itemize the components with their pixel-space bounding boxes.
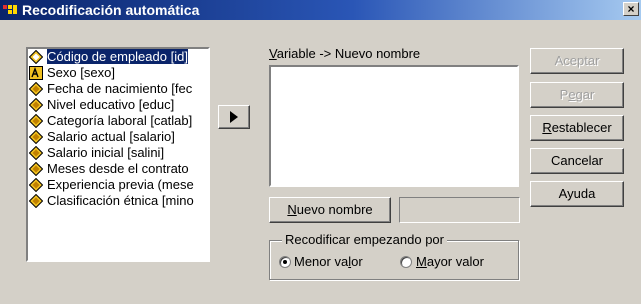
variable-label: Experiencia previa (mese — [47, 177, 194, 192]
highest-value-label[interactable]: Mayor valor — [416, 254, 484, 269]
scale-diamond-icon — [29, 50, 43, 64]
title-bar[interactable]: Recodificación automática × — [0, 0, 641, 20]
variable-list-item[interactable]: Meses desde el contrato — [28, 161, 208, 177]
window-title: Recodificación automática — [22, 2, 200, 18]
scale-diamond-icon — [29, 98, 43, 112]
group-legend: Recodificar empezando por — [282, 232, 447, 248]
variable-list-item[interactable]: Clasificación étnica [mino — [28, 193, 208, 209]
variable-label: Salario actual [salario] — [47, 129, 175, 144]
variable-label: Categoría laboral [catlab] — [47, 113, 193, 128]
variable-label: Código de empleado [id] — [46, 49, 189, 65]
variable-label: Sexo [sexo] — [47, 65, 115, 80]
variable-new-name-list[interactable] — [269, 65, 519, 187]
variable-list-item[interactable]: Salario inicial [salini] — [28, 145, 208, 161]
variable-label: Fecha de nacimiento [fec — [47, 81, 193, 96]
scale-diamond-icon — [29, 194, 43, 208]
help-button[interactable]: Ayuda — [530, 181, 624, 207]
scale-diamond-icon — [29, 178, 43, 192]
arrow-right-icon — [230, 111, 238, 123]
scale-diamond-icon — [29, 162, 43, 176]
scale-diamond-icon — [29, 82, 43, 96]
lowest-value-label[interactable]: Menor valor — [294, 254, 363, 269]
recode-start-group: Recodificar empezando por Menor valor Ma… — [269, 232, 519, 280]
variable-label: Meses desde el contrato — [47, 161, 189, 176]
variable-list-item[interactable]: Fecha de nacimiento [fec — [28, 81, 208, 97]
variable-list-item[interactable]: Código de empleado [id] — [28, 49, 208, 65]
close-icon: × — [627, 2, 635, 16]
variable-list-item[interactable]: Nivel educativo [educ] — [28, 97, 208, 113]
close-button[interactable]: × — [623, 2, 639, 16]
mapping-label: Variable -> Nuevo nombre — [269, 46, 421, 61]
highest-value-radio[interactable] — [400, 256, 412, 268]
variable-label: Nivel educativo [educ] — [47, 97, 175, 112]
accept-button[interactable]: Aceptar — [530, 48, 624, 74]
variable-list-item[interactable]: Categoría laboral [catlab] — [28, 113, 208, 129]
lowest-value-radio[interactable] — [279, 256, 291, 268]
paste-button[interactable]: Pegar — [530, 82, 624, 108]
app-icon — [3, 5, 17, 14]
new-name-field[interactable] — [399, 197, 520, 223]
cancel-button[interactable]: Cancelar — [530, 148, 624, 174]
variable-list-item[interactable]: Sexo [sexo] — [28, 65, 208, 81]
scale-diamond-icon — [29, 146, 43, 160]
nominal-string-icon — [29, 66, 43, 80]
new-name-button[interactable]: Nuevo nombre — [269, 197, 391, 223]
variable-list-item[interactable]: Salario actual [salario] — [28, 129, 208, 145]
variable-label: Salario inicial [salini] — [47, 145, 165, 160]
variable-list-item[interactable]: Experiencia previa (mese — [28, 177, 208, 193]
variable-label: Clasificación étnica [mino — [47, 193, 194, 208]
source-variable-list[interactable]: Código de empleado [id] Sexo [sexo] Fecha … — [26, 47, 210, 262]
move-variable-button[interactable] — [218, 105, 250, 129]
scale-diamond-icon — [29, 130, 43, 144]
reset-button[interactable]: Restablecer — [530, 115, 624, 141]
scale-diamond-icon — [29, 114, 43, 128]
radio-selected-dot — [283, 260, 287, 264]
